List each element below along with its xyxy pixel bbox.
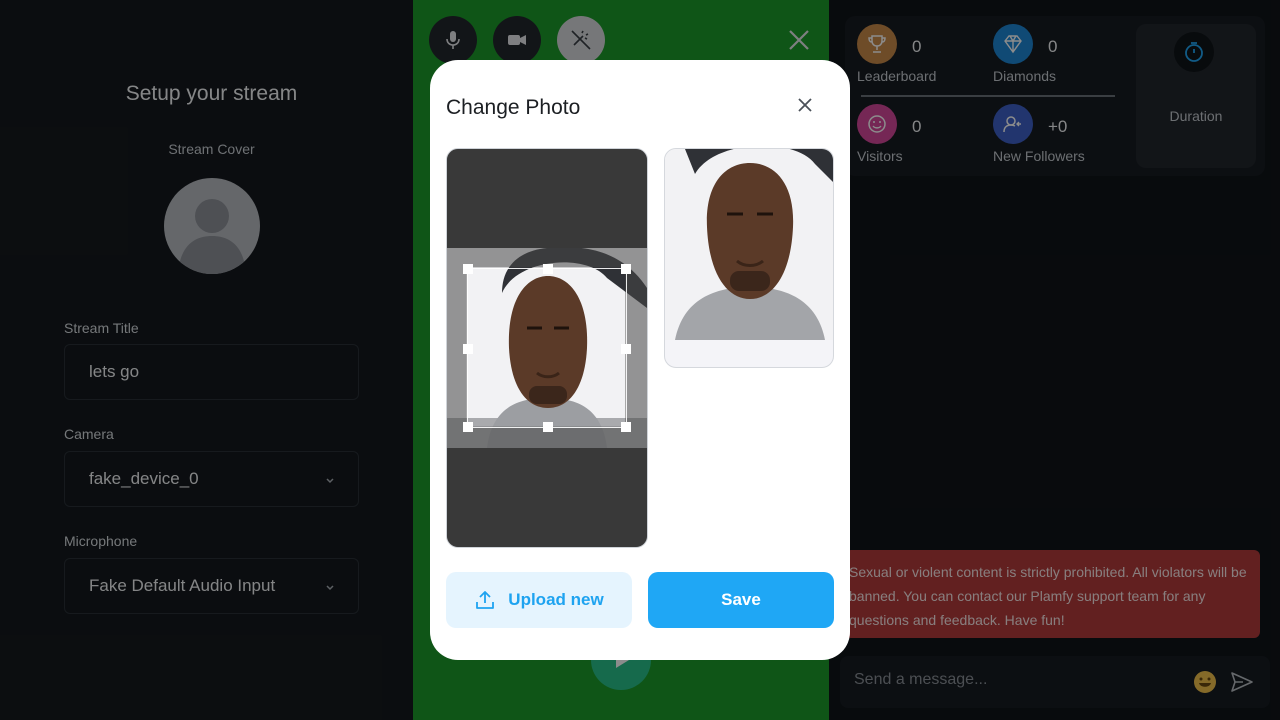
upload-new-label: Upload new [508, 590, 604, 609]
crop-handle-bottom-right[interactable] [621, 422, 631, 432]
crop-handle-bottom[interactable] [543, 422, 553, 432]
save-button[interactable]: Save [648, 572, 834, 628]
crop-handle-top-right[interactable] [621, 264, 631, 274]
close-icon [798, 98, 812, 112]
change-photo-dialog: Change Photo Upload new Save [430, 60, 850, 660]
crop-handle-bottom-left[interactable] [463, 422, 473, 432]
crop-handle-left[interactable] [463, 344, 473, 354]
crop-handle-right[interactable] [621, 344, 631, 354]
preview-photo [665, 149, 833, 340]
crop-handle-top-left[interactable] [463, 264, 473, 274]
image-cropper[interactable] [446, 148, 648, 548]
crop-preview [664, 148, 834, 368]
crop-handle-top[interactable] [543, 264, 553, 274]
save-label: Save [721, 590, 761, 609]
upload-icon [476, 591, 495, 609]
upload-new-button[interactable]: Upload new [446, 572, 632, 628]
crop-selection[interactable] [463, 264, 631, 432]
dialog-title: Change Photo [446, 96, 581, 119]
dialog-close-button[interactable] [794, 94, 816, 116]
